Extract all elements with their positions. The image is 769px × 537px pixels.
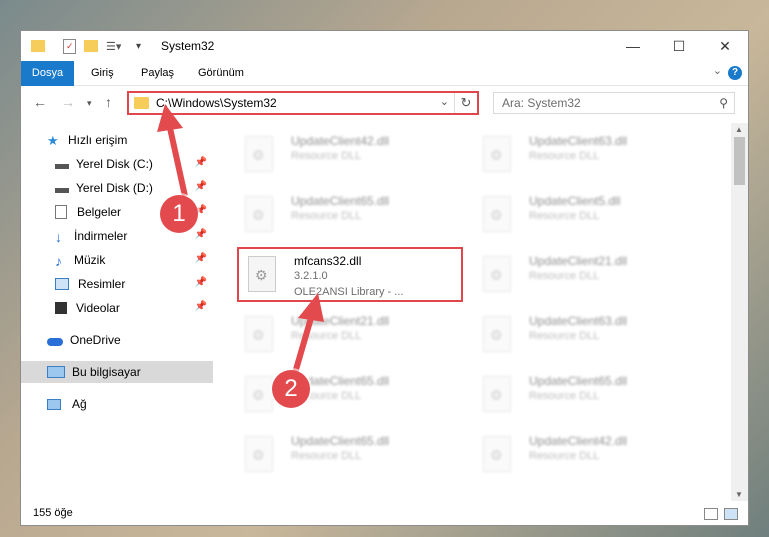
arrow-2-head bbox=[298, 293, 324, 322]
step-1-callout: 1 bbox=[160, 195, 198, 233]
arrow-1-line bbox=[167, 127, 188, 197]
step-2-callout: 2 bbox=[272, 370, 310, 408]
annotation-arrows bbox=[157, 104, 324, 374]
arrow-1-head bbox=[157, 104, 183, 132]
arrow-2-line bbox=[292, 317, 314, 374]
